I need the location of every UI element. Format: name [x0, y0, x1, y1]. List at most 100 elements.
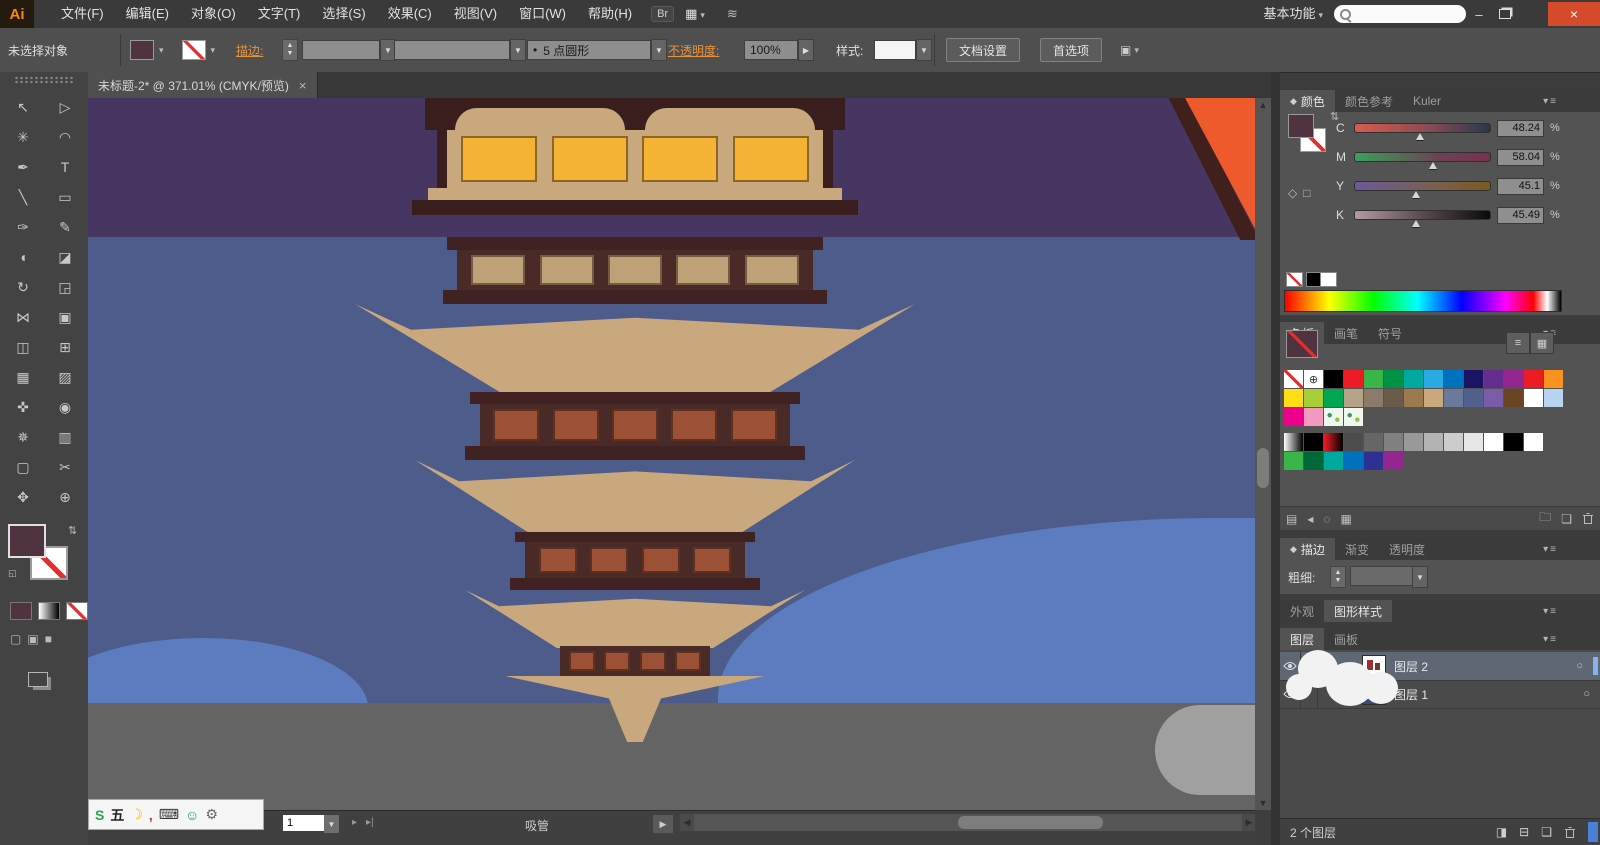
tab-gradient[interactable]: 渐变 [1335, 538, 1379, 560]
k-slider-track[interactable] [1354, 210, 1491, 220]
ime-item-6[interactable]: ⚙ [205, 806, 218, 823]
new-sublayer-icon[interactable]: ⊟ [1519, 825, 1529, 839]
swatch[interactable] [1344, 433, 1363, 451]
column-graph-tool-icon[interactable]: ▥ [44, 422, 86, 452]
grid-view-button[interactable]: ▦ [1530, 332, 1554, 354]
pagoda-window[interactable] [642, 547, 680, 573]
stroke-color-swatch[interactable] [182, 40, 206, 60]
tab-close-icon[interactable]: × [299, 78, 307, 93]
swatch[interactable] [1364, 433, 1383, 451]
swatch[interactable] [1404, 433, 1423, 451]
slider-thumb[interactable] [1429, 162, 1437, 169]
sync-icon[interactable]: ≋ [716, 0, 749, 28]
tab-color-guide[interactable]: 颜色参考 [1335, 90, 1403, 112]
pagoda-window[interactable] [590, 547, 628, 573]
menu-item-5[interactable]: 效果(C) [377, 0, 443, 28]
stroke-dropdown-icon[interactable]: ▾ [211, 45, 216, 56]
layer-target-icon[interactable]: ○ [1576, 660, 1583, 672]
stroke-weight-label[interactable]: 描边: [236, 28, 263, 72]
layer-target-icon[interactable]: ○ [1583, 688, 1590, 700]
pagoda-window[interactable] [671, 409, 717, 441]
pagoda-window[interactable] [731, 409, 777, 441]
scroll-up-icon[interactable]: ▲ [1255, 98, 1271, 112]
menu-item-4[interactable]: 选择(S) [311, 0, 376, 28]
opacity-label[interactable]: 不透明度: [668, 28, 719, 72]
color-spectrum-bar[interactable] [1284, 290, 1562, 312]
swatch[interactable] [1344, 408, 1363, 426]
panel-menu-icon[interactable]: ▾≡ [1543, 628, 1556, 650]
pagoda-window[interactable] [471, 255, 525, 285]
swatch[interactable] [1304, 389, 1323, 407]
tab-artboards[interactable]: 画板 [1324, 628, 1368, 650]
swatch-kinds-icon[interactable]: ◂ [1307, 512, 1313, 526]
blend-tool-icon[interactable]: ◉ [44, 392, 86, 422]
bridge-button[interactable]: Br [651, 6, 674, 22]
new-layer-icon[interactable]: ❏ [1541, 825, 1552, 839]
menu-item-6[interactable]: 视图(V) [443, 0, 508, 28]
swatch-options-icon[interactable]: ◌ [1323, 512, 1330, 526]
swatch[interactable] [1284, 452, 1303, 470]
lasso-tool-icon[interactable]: ◠ [44, 122, 86, 152]
swatch[interactable] [1284, 408, 1303, 426]
y-value-field[interactable]: 45.1 [1497, 178, 1544, 195]
ime-item-4[interactable]: ⌨ [159, 806, 179, 823]
normal-screen-button[interactable]: ▢ [10, 632, 21, 646]
pagoda-window[interactable] [640, 651, 666, 671]
panel-collapse-icon[interactable]: ◆ [1290, 96, 1297, 107]
ime-item-0[interactable]: S [95, 807, 104, 823]
menu-item-0[interactable]: 文件(F) [50, 0, 115, 28]
swatch[interactable] [1324, 452, 1343, 470]
swatch[interactable] [1484, 389, 1503, 407]
swatch[interactable] [1424, 433, 1443, 451]
pagoda-window[interactable] [676, 255, 730, 285]
pagoda-window[interactable] [569, 651, 595, 671]
artboard-tool-icon[interactable]: ▢ [2, 452, 44, 482]
tab-layers[interactable]: 图层 [1280, 628, 1324, 650]
scroll-right-icon[interactable]: ▶ [1242, 814, 1256, 831]
pagoda-window[interactable] [608, 255, 662, 285]
swatch[interactable] [1284, 370, 1303, 388]
swatch[interactable] [1464, 389, 1483, 407]
fullscreen-button[interactable]: ■ [45, 632, 52, 646]
y-slider-track[interactable] [1354, 181, 1491, 191]
selection-tool-icon[interactable]: ↖ [2, 92, 44, 122]
pagoda-windows[interactable] [480, 404, 790, 446]
m-slider-track[interactable] [1354, 152, 1491, 162]
pagoda-windows[interactable] [457, 250, 813, 290]
vertical-scroll-thumb[interactable] [1257, 448, 1269, 488]
color-fill-proxy[interactable] [1288, 114, 1314, 138]
tab-graphic-styles[interactable]: 图形样式 [1324, 600, 1392, 622]
close-button[interactable]: × [1548, 2, 1600, 26]
tab-brushes[interactable]: 画笔 [1324, 322, 1368, 344]
panel-collapse-icon[interactable]: ◆ [1290, 544, 1297, 555]
width-profile-dropdown[interactable]: ▼ [510, 39, 526, 61]
artwork-pagoda[interactable] [355, 98, 915, 748]
swatch[interactable] [1524, 370, 1543, 388]
magic-wand-tool-icon[interactable]: ✳ [2, 122, 44, 152]
list-view-button[interactable]: ≡ [1506, 332, 1530, 354]
shape-builder-tool-icon[interactable]: ◫ [2, 332, 44, 362]
swatch[interactable] [1384, 433, 1403, 451]
pagoda-window[interactable] [733, 136, 809, 182]
swatch[interactable] [1364, 370, 1383, 388]
search-input[interactable] [1334, 5, 1466, 23]
fill-proxy[interactable] [8, 524, 46, 558]
swatch[interactable] [1504, 433, 1523, 451]
swatch[interactable] [1484, 433, 1503, 451]
menu-item-2[interactable]: 对象(O) [180, 0, 247, 28]
swatch[interactable] [1464, 370, 1483, 388]
weight-stepper[interactable]: ▲▼ [1330, 566, 1346, 588]
width-tool-icon[interactable]: ⋈ [2, 302, 44, 332]
layer-name[interactable]: 图层 2 [1394, 658, 1428, 675]
swatch[interactable] [1324, 370, 1343, 388]
blob-brush-tool-icon[interactable]: ◖ [2, 242, 44, 272]
fill-dropdown-icon[interactable]: ▾ [159, 45, 164, 56]
swatch[interactable] [1384, 452, 1403, 470]
pagoda-window[interactable] [642, 136, 718, 182]
tab-stroke[interactable]: ◆描边 [1280, 538, 1335, 560]
gradient-mode-button[interactable] [38, 602, 60, 620]
mesh-tool-icon[interactable]: ▦ [2, 362, 44, 392]
pagoda-window[interactable] [612, 409, 658, 441]
pagoda-window[interactable] [693, 547, 731, 573]
rectangle-tool-icon[interactable]: ▭ [44, 182, 86, 212]
